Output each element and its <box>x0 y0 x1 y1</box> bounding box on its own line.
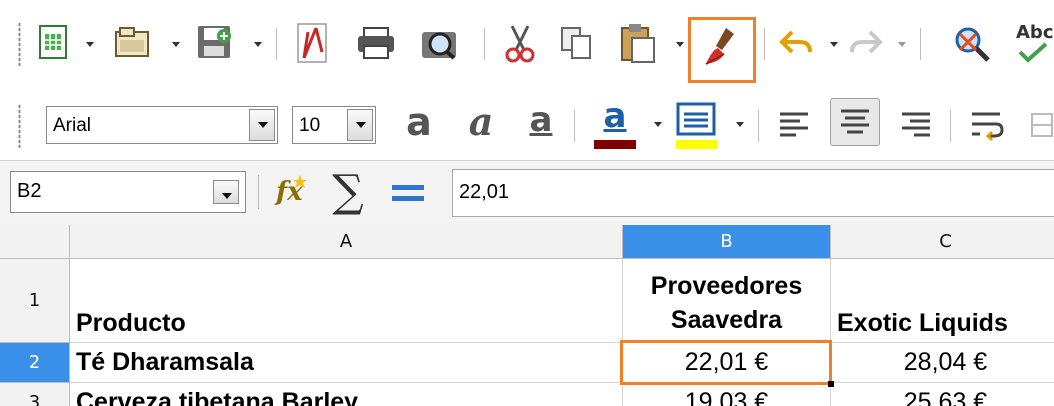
spreadsheet-grid: A B C 1 Producto Proveedores Saavedra Ex… <box>0 225 1054 406</box>
highlight-color-swatch <box>676 140 718 149</box>
italic-icon[interactable]: a <box>460 100 502 144</box>
save-icon[interactable] <box>196 24 234 62</box>
open-icon[interactable] <box>114 26 152 60</box>
underline-icon[interactable]: a <box>520 100 562 144</box>
font-color-dropdown-icon[interactable] <box>654 122 662 127</box>
redo-dropdown-icon[interactable] <box>898 42 906 47</box>
bold-glyph: a <box>406 100 432 144</box>
column-header-c[interactable]: C <box>831 225 1054 259</box>
separator <box>950 110 951 142</box>
cut-icon[interactable] <box>502 24 538 64</box>
formatting-toolbar: Arial 10 a a a a <box>0 88 1054 160</box>
separator <box>920 28 921 60</box>
cell-b3[interactable]: 19,03 € <box>623 383 831 406</box>
formula-content: 22,01 <box>459 181 510 203</box>
formula-bar: B2 fx ∑ 22,01 <box>0 160 1054 226</box>
font-size-dropdown-icon[interactable] <box>347 109 373 141</box>
standard-toolbar: Abc <box>0 0 1054 88</box>
separator <box>758 110 759 142</box>
cell-a1[interactable]: Producto <box>70 259 623 343</box>
function-wizard-icon[interactable]: fx <box>270 171 316 215</box>
cell-a1-text: Producto <box>76 309 186 337</box>
font-color-glyph: a <box>603 96 627 136</box>
print-preview-icon[interactable] <box>420 24 460 62</box>
toolbar-grip[interactable] <box>18 104 21 148</box>
redo-icon[interactable] <box>848 28 884 58</box>
fill-handle[interactable] <box>828 381 834 387</box>
font-name-dropdown-icon[interactable] <box>249 109 275 141</box>
row-header-2[interactable]: 2 <box>0 343 70 383</box>
name-box[interactable]: B2 <box>10 171 246 213</box>
font-size-combo[interactable]: 10 <box>292 106 376 144</box>
active-cell-highlight <box>620 340 832 385</box>
font-size-value: 10 <box>299 115 321 136</box>
highlighting-dropdown-icon[interactable] <box>736 122 744 127</box>
font-color-swatch <box>594 140 636 149</box>
open-dropdown-icon[interactable] <box>172 42 180 47</box>
separator <box>484 28 485 60</box>
cell-c1[interactable]: Exotic Liquids <box>831 259 1054 343</box>
row-header-1[interactable]: 1 <box>0 259 70 343</box>
column-header-a[interactable]: A <box>70 225 623 259</box>
new-document-icon[interactable] <box>38 24 70 62</box>
copy-icon[interactable] <box>560 26 594 62</box>
italic-glyph: a <box>468 99 494 144</box>
wrap-text-icon[interactable] <box>966 104 1008 144</box>
spellcheck-icon[interactable]: Abc <box>1012 22 1054 66</box>
cell-a3-text: Cerveza tibetana Barley <box>76 388 359 406</box>
merge-cells-icon[interactable] <box>1030 110 1054 140</box>
print-icon[interactable] <box>356 26 396 60</box>
separator <box>276 28 277 60</box>
row-header-3[interactable]: 3 <box>0 383 70 406</box>
cell-b1-line2: Saavedra <box>670 306 783 334</box>
align-left-icon[interactable] <box>774 104 814 144</box>
cell-c3-text: 25,63 € <box>903 388 988 406</box>
toolbar-grip[interactable] <box>18 22 21 66</box>
cell-c2[interactable]: 28,04 € <box>831 343 1054 383</box>
highlighting-icon[interactable] <box>672 98 722 150</box>
cell-b1-text: Proveedores Saavedra <box>623 269 830 337</box>
formula-input[interactable]: 22,01 <box>452 169 1054 217</box>
separator <box>258 175 259 209</box>
separator <box>764 28 765 60</box>
paste-icon[interactable] <box>620 22 658 64</box>
new-dropdown-icon[interactable] <box>86 42 94 47</box>
name-box-dropdown-icon[interactable] <box>213 180 239 204</box>
sum-icon[interactable]: ∑ <box>328 165 368 219</box>
cell-c1-text: Exotic Liquids <box>837 309 1008 337</box>
underline-glyph: a <box>529 100 553 140</box>
export-pdf-icon[interactable] <box>294 22 330 64</box>
align-center-icon[interactable] <box>830 98 880 146</box>
cell-a2-text: Té Dharamsala <box>76 348 254 376</box>
cell-a3[interactable]: Cerveza tibetana Barley <box>70 383 623 406</box>
cell-b1[interactable]: Proveedores Saavedra <box>623 259 831 343</box>
function-icon[interactable] <box>386 171 430 215</box>
select-all-corner[interactable] <box>0 225 70 259</box>
sum-glyph: ∑ <box>332 166 364 217</box>
cell-reference: B2 <box>17 180 42 202</box>
bold-icon[interactable]: a <box>398 100 440 144</box>
separator <box>574 110 575 142</box>
cell-b1-line1: Proveedores <box>650 272 803 300</box>
undo-dropdown-icon[interactable] <box>830 42 838 47</box>
cell-c2-text: 28,04 € <box>903 348 988 376</box>
find-replace-icon[interactable] <box>952 24 992 64</box>
font-name-combo[interactable]: Arial <box>46 106 278 144</box>
cell-b3-text: 19,03 € <box>684 388 769 406</box>
font-color-icon[interactable]: a <box>590 96 640 150</box>
clone-formatting-icon[interactable] <box>702 26 742 70</box>
font-name-value: Arial <box>53 115 92 136</box>
column-header-b[interactable]: B <box>623 225 831 259</box>
align-right-icon[interactable] <box>896 104 936 144</box>
paste-dropdown-icon[interactable] <box>676 42 684 47</box>
cell-c3[interactable]: 25,63 € <box>831 383 1054 406</box>
cell-a2[interactable]: Té Dharamsala <box>70 343 623 383</box>
undo-icon[interactable] <box>778 28 814 58</box>
save-dropdown-icon[interactable] <box>254 42 262 47</box>
